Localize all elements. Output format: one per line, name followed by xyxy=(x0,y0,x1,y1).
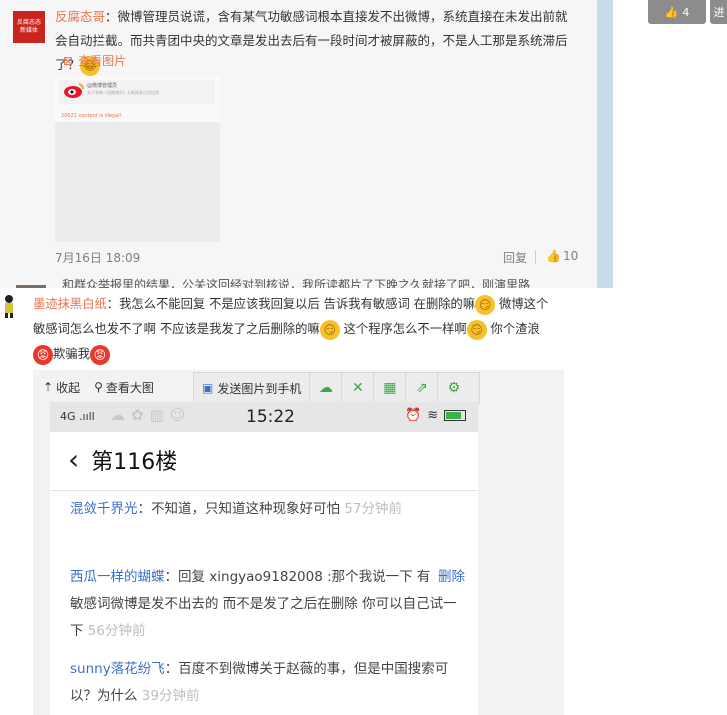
avatar[interactable]: 反腐态态 新媒体 xyxy=(13,11,45,43)
reply-button[interactable]: 回复 xyxy=(503,249,527,266)
comment-date: 7月16日 18:09 xyxy=(55,251,141,265)
floating-actions: 👍 4 进 xyxy=(648,0,727,24)
save-icon[interactable]: ▦ xyxy=(374,373,407,403)
search-icon: ⚲ xyxy=(94,380,103,394)
avatar[interactable] xyxy=(2,293,16,319)
page-title: 第116楼 xyxy=(91,450,178,475)
list-item: 混敛千界光：不知道，只知道这种现象好可怕 57分钟前 xyxy=(70,501,402,517)
signal-icon: 4G .ııll xyxy=(60,410,95,423)
divider xyxy=(50,490,478,491)
share-icon[interactable]: ⇗ xyxy=(406,373,439,403)
phone-screen: 4G .ııll ☁✿▥☺ 15:22 ⏰ ≋ ‹ 第116楼 混敛千界光：不知… xyxy=(50,402,478,715)
username-link[interactable]: 墨迹抹黑白纸 xyxy=(33,297,107,311)
image-thumbnail[interactable]: @微博管理员 关于有微《谣微博开》七新闻发过对应视 20021 content … xyxy=(55,76,220,242)
comment-body: ：微博管理员说谎，含有某气功敏感词根本直接发不出微博，系统直接在未发出前就会自动… xyxy=(55,9,568,72)
like-count: 4 xyxy=(682,5,690,19)
comment-text: 反腐态哥：微博管理员说谎，含有某气功敏感词根本直接发不出微博，系统直接在未发出前… xyxy=(55,5,575,77)
like-chip[interactable]: 👍 4 xyxy=(648,0,706,24)
smirk-emoji-icon: 😏 xyxy=(475,294,496,315)
wifi-icon: ≋ xyxy=(427,408,439,423)
username-link[interactable]: 反腐态哥 xyxy=(55,9,105,24)
status-bar: 4G .ııll ☁✿▥☺ 15:22 ⏰ ≋ xyxy=(50,402,478,432)
expand-icon[interactable]: ✕ xyxy=(342,373,375,403)
angry-emoji-icon: 😡 xyxy=(89,344,110,365)
comment-text: 墨迹抹黑白纸：我怎么不能回复 不是应该我回复以后 告诉我有敏感词 在删除的嘛 😏 … xyxy=(33,292,553,367)
scrollbar-track[interactable] xyxy=(597,0,613,288)
share-toolbar: ▣ 发送图片到手机 ☁ ✕ ▦ ⇗ ⚙ xyxy=(193,372,480,404)
send-to-phone-button[interactable]: ▣ 发送图片到手机 xyxy=(194,373,311,403)
attached-screenshot: ⇡ 收起 ⚲ 查看大图 ▣ 发送图片到手机 ☁ ✕ ▦ ⇗ ⚙ 4G .ııll… xyxy=(33,370,564,715)
angry-emoji-icon: 😡 xyxy=(33,344,53,365)
alarm-icon: ⏰ xyxy=(405,408,422,423)
collapse-icon: ⇡ xyxy=(43,380,54,394)
next-chip[interactable]: 进 xyxy=(710,0,727,24)
gear-icon[interactable]: ⚙ xyxy=(438,373,469,403)
delete-link[interactable]: 删除 xyxy=(438,564,465,591)
weibo-logo-icon xyxy=(64,83,84,98)
view-image-link[interactable]: ⊠ 查看图片 xyxy=(63,52,126,69)
status-icons: ⏰ ≋ xyxy=(405,408,467,423)
thumb-card: @微博管理员 关于有微《谣微博开》七新闻发过对应视 20021 content … xyxy=(55,76,220,122)
app-icons: ☁✿▥☺ xyxy=(110,406,192,424)
collapse-button[interactable]: ⇡ 收起 xyxy=(43,379,80,396)
back-chevron-icon[interactable]: ‹ xyxy=(68,446,79,474)
phone-icon: ▣ xyxy=(202,381,214,395)
next-comment-truncated: 和群众举报里的结果，公关这回经对到核说，我所读都片了下晚之久就接了吧，刚演里路 xyxy=(10,276,597,288)
thumbs-up-icon: 👍 xyxy=(664,5,679,19)
divider xyxy=(535,250,536,264)
image-icon: ⊠ xyxy=(63,53,74,68)
list-item: 删除 西瓜一样的蝴蝶：回复 xingyao9182008 :那个我说一下 有敏感… xyxy=(70,564,465,645)
thumbs-up-icon: 👍 xyxy=(546,249,561,263)
cloud-icon[interactable]: ☁ xyxy=(310,373,343,403)
comment-2: 墨迹抹黑白纸：我怎么不能回复 不是应该我回复以后 告诉我有敏感词 在删除的嘛 😏 … xyxy=(0,288,564,715)
image-toolbar: ⇡ 收起 ⚲ 查看大图 xyxy=(43,375,154,399)
battery-icon xyxy=(444,410,467,421)
like-button[interactable]: 👍 10 xyxy=(546,249,578,263)
view-large-button[interactable]: ⚲ 查看大图 xyxy=(94,379,154,396)
page-title-bar: ‹ 第116楼 xyxy=(68,444,177,476)
comment-1: 反腐态态 新媒体 反腐态哥：微博管理员说谎，含有某气功敏感词根本直接发不出微博，… xyxy=(0,0,597,288)
clock: 15:22 xyxy=(246,407,295,427)
smirk-emoji-icon: 😏 xyxy=(466,319,487,340)
list-item: sunny落花纷飞：百度不到微博关于赵薇的事，但是中国搜索可以？为什么 39分钟… xyxy=(70,661,449,704)
smirk-emoji-icon: 😏 xyxy=(319,319,340,340)
